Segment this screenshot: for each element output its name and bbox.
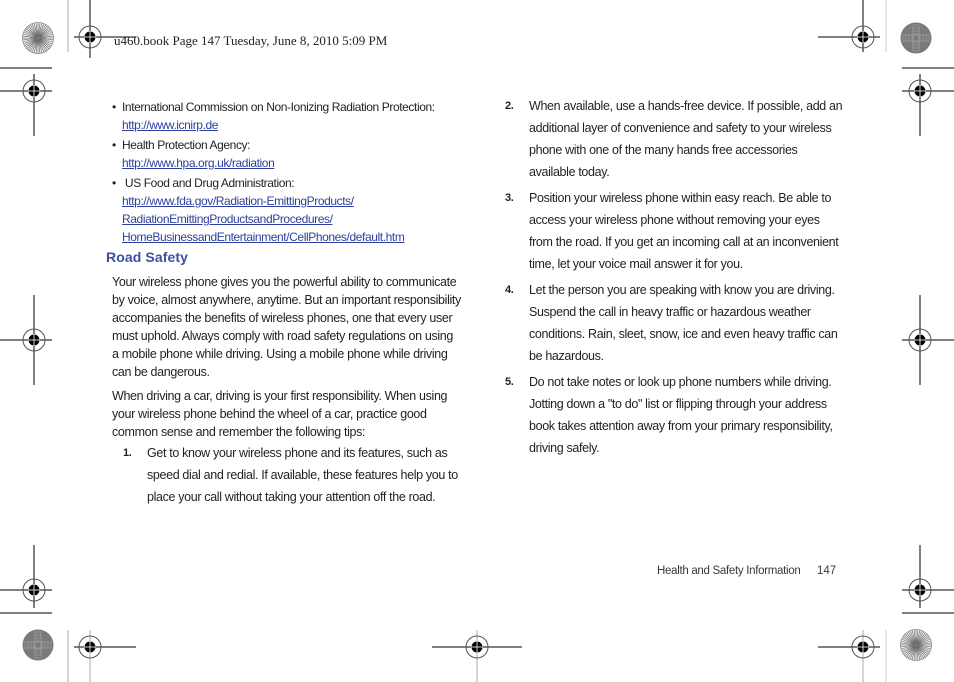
bullet-icon: • <box>112 100 116 114</box>
resource-label: Health Protection Agency: <box>122 138 251 152</box>
resource-item: • US Food and Drug Administration: http:… <box>112 174 472 246</box>
tip-text: Let the person you are speaking with kno… <box>529 283 838 363</box>
resource-item: • Health Protection Agency: http://www.h… <box>112 136 472 172</box>
tip-number: 2. <box>505 100 514 112</box>
tips-list-left: 1. Get to know your wireless phone and i… <box>123 442 463 508</box>
tip-item: 2. When available, use a hands-free devi… <box>505 95 845 183</box>
gray-pattern-disc-icon <box>900 22 932 54</box>
footer-page-number: 147 <box>817 565 837 577</box>
tip-number: 3. <box>505 192 514 204</box>
tip-text: When available, use a hands-free device.… <box>529 99 843 179</box>
tip-number: 5. <box>505 376 514 388</box>
star-center <box>36 36 40 40</box>
tip-item: 5. Do not take notes or look up phone nu… <box>505 371 845 459</box>
star-center <box>914 643 918 647</box>
resource-link[interactable]: RadiationEmittingProductsandProcedures/ <box>122 210 472 228</box>
bullet-icon: • <box>112 176 116 190</box>
tip-item: 1. Get to know your wireless phone and i… <box>123 442 463 508</box>
tip-text: Do not take notes or look up phone numbe… <box>529 375 833 455</box>
bullet-icon: • <box>112 138 116 152</box>
resource-link[interactable]: http://www.hpa.org.uk/radiation <box>122 154 472 172</box>
tips-list-right: 2. When available, use a hands-free devi… <box>505 95 845 459</box>
footer-section-name: Health and Safety Information <box>657 565 801 577</box>
tip-item: 4. Let the person you are speaking with … <box>505 279 845 367</box>
resource-label: International Commission on Non-Ionizing… <box>122 100 435 114</box>
driving-paragraph: When driving a car, driving is your firs… <box>112 389 448 439</box>
print-slug-header: u460.book Page 147 Tuesday, June 8, 2010… <box>114 33 388 48</box>
tip-text: Position your wireless phone within easy… <box>529 191 839 271</box>
resource-link[interactable]: HomeBusinessandEntertainment/CellPhones/… <box>122 228 472 246</box>
resource-list: • International Commission on Non-Ionizi… <box>112 98 472 246</box>
resource-item: • International Commission on Non-Ionizi… <box>112 98 472 134</box>
section-heading: Road Safety <box>106 249 189 265</box>
tip-text: Get to know your wireless phone and its … <box>147 446 458 504</box>
resource-link[interactable]: http://www.fda.gov/Radiation-EmittingPro… <box>122 192 472 210</box>
tip-number: 1. <box>123 447 132 459</box>
resource-link[interactable]: http://www.icnirp.de <box>122 116 472 134</box>
tip-item: 3. Position your wireless phone within e… <box>505 187 845 275</box>
resource-label: US Food and Drug Administration: <box>122 176 295 190</box>
gray-pattern-disc-icon <box>22 629 54 661</box>
tip-number: 4. <box>505 284 514 296</box>
intro-paragraph: Your wireless phone gives you the powerf… <box>112 275 461 379</box>
